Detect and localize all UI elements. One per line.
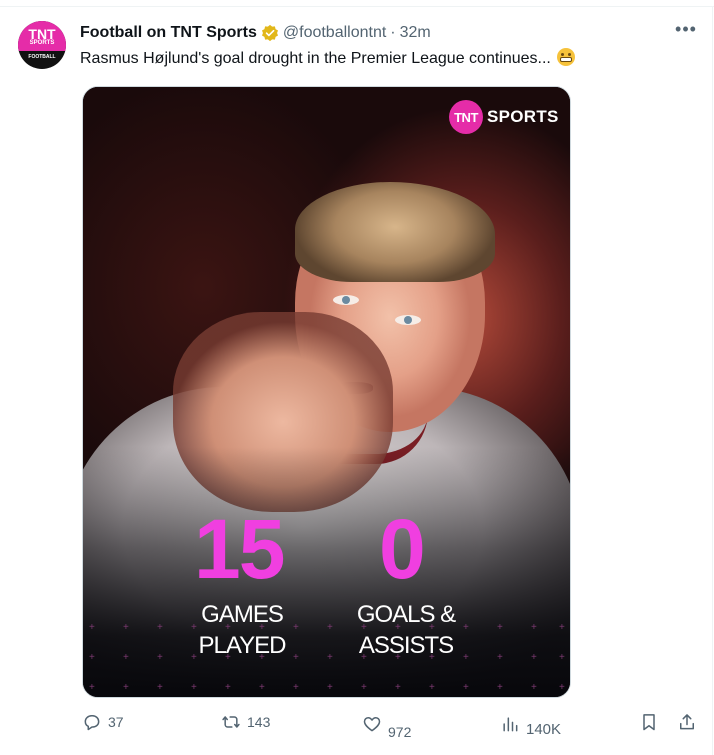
avatar[interactable]: TNT SPORTS FOOTBALL — [18, 21, 66, 69]
repost-count: 143 — [247, 714, 271, 730]
right-divider — [712, 6, 713, 755]
bookmark-icon — [643, 714, 655, 731]
stat-goals-value: 0 — [379, 502, 426, 596]
views-count: 140K — [526, 720, 562, 738]
tnt-sports-logo: TNT SPORTS — [449, 100, 559, 134]
timestamp[interactable]: 32m — [400, 24, 431, 42]
logo-mark: TNT — [449, 100, 483, 134]
player-hair — [295, 182, 495, 282]
stat-games-label-line1: GAMES — [201, 601, 284, 628]
tweet-image[interactable]: + + + + + + + + + + + + + + + + + + + + + + + + + + + + + + + + + + + + + +… — [82, 86, 571, 698]
tweet-actions: 37 143 972 140K — [0, 712, 714, 742]
logo-word: SPORTS — [487, 107, 559, 126]
stat-goals-label-line1: GOALS & — [356, 601, 456, 628]
left-eye — [333, 295, 359, 305]
reply-button[interactable]: 37 — [82, 712, 124, 732]
repost-icon — [222, 716, 240, 728]
reply-icon — [84, 715, 100, 731]
display-name[interactable]: Football on TNT Sports — [80, 24, 257, 42]
more-options-icon[interactable]: ••• — [674, 20, 698, 42]
avatar-line2: SPORTS — [29, 40, 55, 46]
like-count: 972 — [388, 724, 412, 740]
reply-count: 37 — [108, 714, 124, 730]
top-divider — [0, 6, 714, 7]
like-button[interactable]: 972 — [362, 714, 411, 740]
decor-plus-row: + + + + + + + + + + + + + + + — [89, 682, 565, 693]
repost-button[interactable]: 143 — [221, 712, 270, 732]
avatar-line3: FOOTBALL — [28, 54, 56, 60]
decor-plus-row: + + + + + + + + + + + + + + + — [89, 622, 565, 633]
stat-games-value: 15 — [194, 502, 285, 596]
stat-games-label-line2: PLAYED — [198, 632, 287, 659]
stat-goals-label-line2: ASSISTS — [358, 632, 454, 659]
right-eye — [395, 315, 421, 325]
handle[interactable]: @footballontnt — [283, 24, 386, 42]
stat-goals-label: GOALS & ASSISTS — [345, 599, 467, 661]
tweet-text-body: Rasmus Højlund's goal drought in the Pre… — [80, 50, 551, 67]
verified-badge-icon[interactable] — [261, 24, 279, 42]
stat-games-label: GAMES PLAYED — [181, 599, 303, 661]
grimacing-face-icon — [556, 48, 575, 66]
share-icon — [680, 714, 694, 730]
views-button[interactable]: 140K — [500, 714, 561, 738]
views-chart-icon — [503, 717, 518, 732]
separator-dot: · — [390, 24, 396, 41]
tweet-header: Football on TNT Sports @footballontnt · … — [80, 22, 431, 44]
tweet-text: Rasmus Højlund's goal drought in the Pre… — [80, 48, 575, 70]
bookmark-button[interactable] — [639, 712, 659, 732]
decor-plus-row: + + + + + + + + + + + + + + + — [89, 652, 565, 663]
share-button[interactable] — [677, 712, 697, 732]
heart-icon — [363, 717, 381, 732]
